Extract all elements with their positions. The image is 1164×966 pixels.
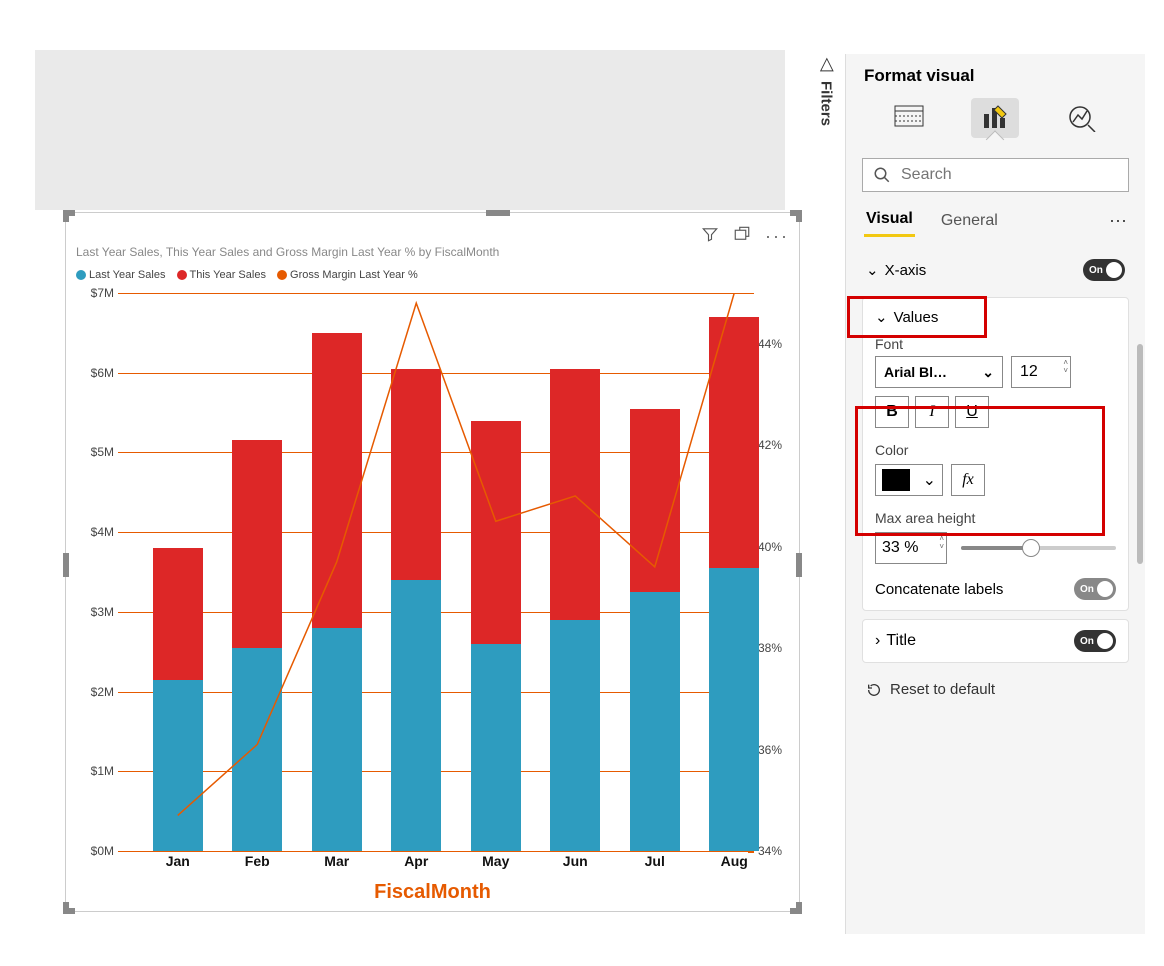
color-label: Color <box>875 442 1116 458</box>
chart-legend: Last Year Sales This Year Sales Gross Ma… <box>76 269 426 283</box>
resize-handle[interactable] <box>796 553 802 577</box>
max-height-input[interactable]: 33 % ˄˅ <box>875 532 947 564</box>
chevron-right-icon[interactable]: › <box>875 632 880 650</box>
canvas-blank-area <box>35 50 785 210</box>
max-height-label: Max area height <box>875 510 1116 526</box>
values-card: ⌄ Values Font Arial Bl… ⌄ 12 ˄˅ B I U Co… <box>862 297 1129 611</box>
reset-to-default[interactable]: Reset to default <box>846 663 1145 716</box>
x-axis-labels: JanFebMarAprMayJunJulAug <box>76 853 796 875</box>
expand-icon: ▷ <box>816 58 837 72</box>
xaxis-label: X-axis <box>885 262 927 279</box>
title-section-label: Title <box>886 632 916 650</box>
title-toggle[interactable]: On <box>1074 630 1116 652</box>
format-visual-panel: Format visual Visual General ··· ⌄ X-axi… <box>845 54 1145 934</box>
font-family-select[interactable]: Arial Bl… ⌄ <box>875 356 1003 388</box>
italic-button[interactable]: I <box>915 396 949 428</box>
plot-area: $0M$1M$2M$3M$4M$5M$6M$7M 34%36%38%40%42%… <box>76 293 796 851</box>
chevron-down-icon: ⌄ <box>875 308 888 326</box>
fx-button[interactable]: fx <box>951 464 985 496</box>
resize-handle[interactable] <box>63 553 69 577</box>
max-height-slider[interactable] <box>961 546 1116 550</box>
values-header[interactable]: ⌄ Values <box>875 308 1116 326</box>
more-options-icon[interactable]: ··· <box>765 226 789 247</box>
filters-label: Filters <box>818 81 835 126</box>
pct-spinner[interactable]: ˄˅ <box>939 535 944 551</box>
resize-handle[interactable] <box>796 210 802 222</box>
bold-button[interactable]: B <box>875 396 909 428</box>
tab-general[interactable]: General <box>939 206 1000 236</box>
resize-handle[interactable] <box>486 210 510 216</box>
underline-button[interactable]: U <box>955 396 989 428</box>
font-label: Font <box>875 336 1116 352</box>
xaxis-section-header[interactable]: ⌄ X-axis On <box>862 251 1129 289</box>
panel-scrollbar[interactable] <box>1137 344 1143 564</box>
build-visual-tab[interactable] <box>885 98 933 138</box>
y-axis-left: $0M$1M$2M$3M$4M$5M$6M$7M <box>76 293 116 851</box>
search-field[interactable] <box>899 165 1118 185</box>
chevron-down-icon: ⌄ <box>982 364 994 381</box>
resize-handle[interactable] <box>63 210 69 222</box>
panel-title: Format visual <box>846 54 1145 94</box>
chart-title: Last Year Sales, This Year Sales and Gro… <box>76 245 499 259</box>
chevron-down-icon: ⌄ <box>923 470 936 490</box>
color-picker[interactable]: ⌄ <box>875 464 943 496</box>
title-card: › Title On <box>862 619 1129 663</box>
chevron-down-icon: ⌄ <box>866 261 879 279</box>
x-axis-title: FiscalMonth <box>66 881 799 904</box>
size-spinner[interactable]: ˄˅ <box>1063 359 1068 375</box>
filters-pane-collapsed[interactable]: ▷ Filters <box>812 54 840 174</box>
color-swatch <box>882 469 910 491</box>
filter-icon[interactable] <box>701 225 719 248</box>
xaxis-toggle[interactable]: On <box>1083 259 1125 281</box>
bars <box>118 293 754 851</box>
concat-label: Concatenate labels <box>875 581 1003 598</box>
format-visual-tab[interactable] <box>971 98 1019 138</box>
more-options-icon[interactable]: ··· <box>1109 210 1127 231</box>
analytics-tab[interactable] <box>1058 98 1106 138</box>
reset-icon <box>866 682 882 698</box>
search-icon <box>873 166 891 184</box>
focus-mode-icon[interactable] <box>733 225 751 248</box>
font-size-input[interactable]: 12 ˄˅ <box>1011 356 1071 388</box>
search-input[interactable] <box>862 158 1129 192</box>
chart-visual[interactable]: Last Year Sales, This Year Sales and Gro… <box>65 212 800 912</box>
concat-toggle[interactable]: On <box>1074 578 1116 600</box>
y-axis-right: 34%36%38%40%42%44% <box>754 293 796 851</box>
tab-visual[interactable]: Visual <box>864 204 915 237</box>
